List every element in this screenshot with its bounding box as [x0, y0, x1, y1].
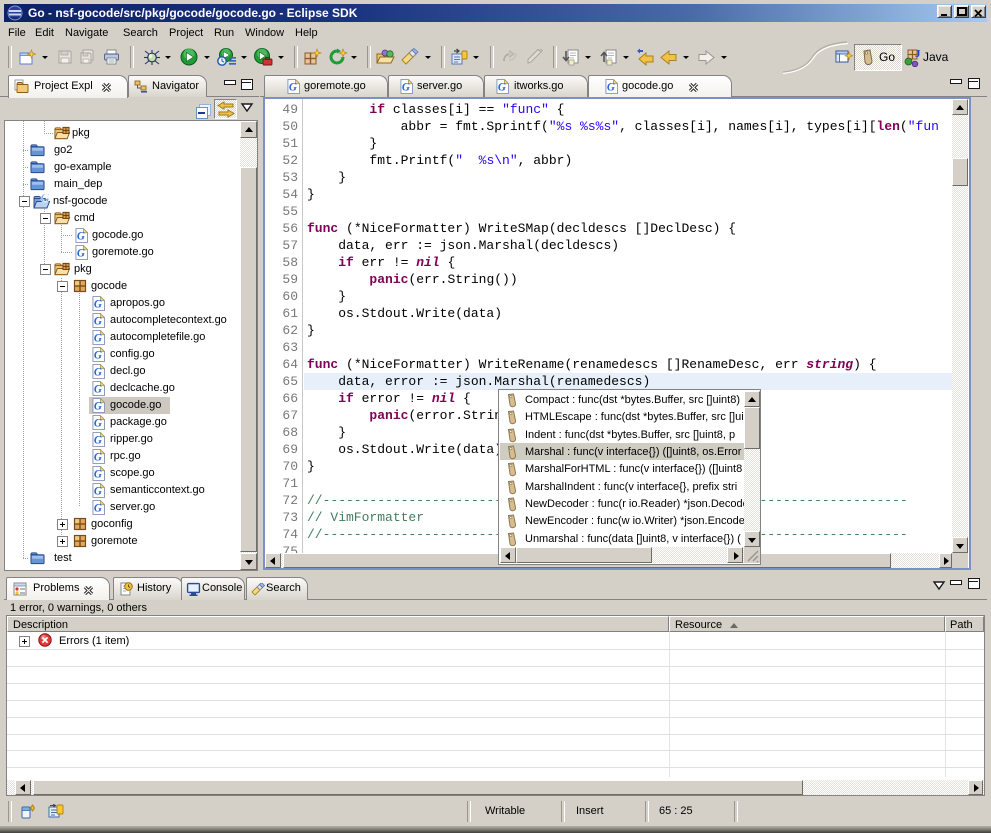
- svg-text:J: J: [915, 48, 921, 60]
